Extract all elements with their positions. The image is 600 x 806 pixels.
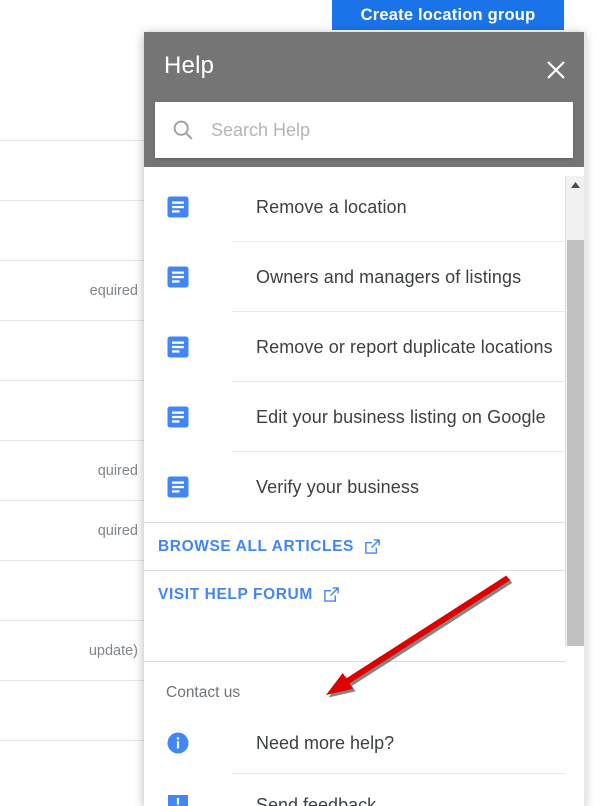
help-link-visit-help-forum[interactable]: VISIT HELP FORUM — [144, 570, 565, 618]
panel-right-edge — [584, 32, 587, 806]
contact-us-heading: Contact us — [166, 684, 241, 701]
background-cell-text: update) — [88, 642, 138, 659]
help-article-item[interactable]: Owners and managers of listings — [144, 242, 565, 312]
background-cell-text: equired — [89, 282, 138, 299]
create-location-group-button[interactable]: Create location group — [332, 0, 564, 30]
help-link-label: BROWSE ALL ARTICLES — [158, 537, 354, 555]
feedback-icon — [168, 795, 188, 806]
contact-item-label: Send feedback — [256, 794, 377, 806]
help-scroll-area: Remove a location Owners and managers of … — [144, 172, 565, 642]
help-article-item[interactable]: Verify your business — [144, 452, 565, 522]
background-table-row — [0, 680, 144, 740]
search-input[interactable] — [211, 115, 573, 145]
search-help-box[interactable] — [155, 102, 573, 158]
contact-item-send-feedback[interactable]: Send feedback — [144, 774, 565, 806]
article-icon — [166, 335, 190, 359]
article-icon — [166, 195, 190, 219]
help-panel-body: Remove a location Owners and managers of … — [144, 172, 584, 806]
background-table-row — [0, 560, 144, 620]
article-icon — [167, 336, 189, 358]
article-icon — [167, 266, 189, 288]
info-icon — [166, 731, 190, 755]
help-panel-title: Help — [164, 52, 215, 79]
external-link-icon — [324, 587, 339, 602]
article-icon — [166, 265, 190, 289]
background-toolbar: Create location group — [0, 0, 600, 32]
article-icon — [167, 406, 189, 428]
scroll-up-arrow-icon[interactable] — [566, 176, 584, 193]
help-article-label: Remove a location — [256, 196, 407, 217]
background-cell-text: quired — [97, 522, 138, 539]
background-table-row — [0, 200, 144, 260]
help-article-label: Remove or report duplicate locations — [256, 336, 553, 357]
contact-us-section: Contact us Need more help? Send feedback — [144, 661, 565, 806]
close-icon — [547, 61, 565, 79]
article-icon — [167, 196, 189, 218]
help-article-item[interactable]: Remove or report duplicate locations — [144, 312, 565, 382]
help-article-list: Remove a location Owners and managers of … — [144, 172, 565, 522]
help-link-browse-all-articles[interactable]: BROWSE ALL ARTICLES — [144, 522, 565, 570]
article-icon — [166, 405, 190, 429]
contact-item-label: Need more help? — [256, 732, 395, 753]
background-table-row — [0, 740, 144, 800]
background-table-row: update) — [0, 620, 144, 680]
feedback-icon — [166, 793, 190, 806]
info-icon — [167, 732, 189, 754]
help-links-list: BROWSE ALL ARTICLES VISIT HELP FORUM — [144, 522, 565, 618]
help-scrollbar[interactable] — [565, 176, 584, 646]
help-article-label: Owners and managers of listings — [256, 266, 522, 287]
help-panel-header: Help — [144, 32, 584, 167]
article-icon — [166, 475, 190, 499]
help-link-label: VISIT HELP FORUM — [158, 585, 313, 603]
help-article-item[interactable]: Remove a location — [144, 172, 565, 242]
external-link-icon — [365, 539, 380, 554]
background-table-rows: equired quired quired update) — [0, 140, 144, 800]
background-table-row: quired — [0, 440, 144, 500]
scrollbar-thumb[interactable] — [567, 240, 584, 646]
contact-us-list: Need more help? Send feedback — [144, 712, 565, 806]
screenshot-root: Create location group equired quired quire… — [0, 0, 600, 806]
background-table-row: quired — [0, 500, 144, 560]
contact-item-need-more-help[interactable]: Need more help? — [144, 712, 565, 774]
background-table-row: equired — [0, 260, 144, 320]
help-article-item[interactable]: Edit your business listing on Google — [144, 382, 565, 452]
help-panel: Help Remove a locationOwners and manage — [144, 32, 584, 806]
close-button[interactable] — [538, 52, 574, 88]
search-icon — [155, 118, 211, 142]
help-article-label: Edit your business listing on Google — [256, 406, 546, 427]
help-article-label: Verify your business — [256, 476, 420, 497]
article-icon — [167, 476, 189, 498]
background-table-row — [0, 140, 144, 200]
background-table-row — [0, 320, 144, 380]
background-table-row — [0, 380, 144, 440]
background-cell-text: quired — [97, 462, 138, 479]
